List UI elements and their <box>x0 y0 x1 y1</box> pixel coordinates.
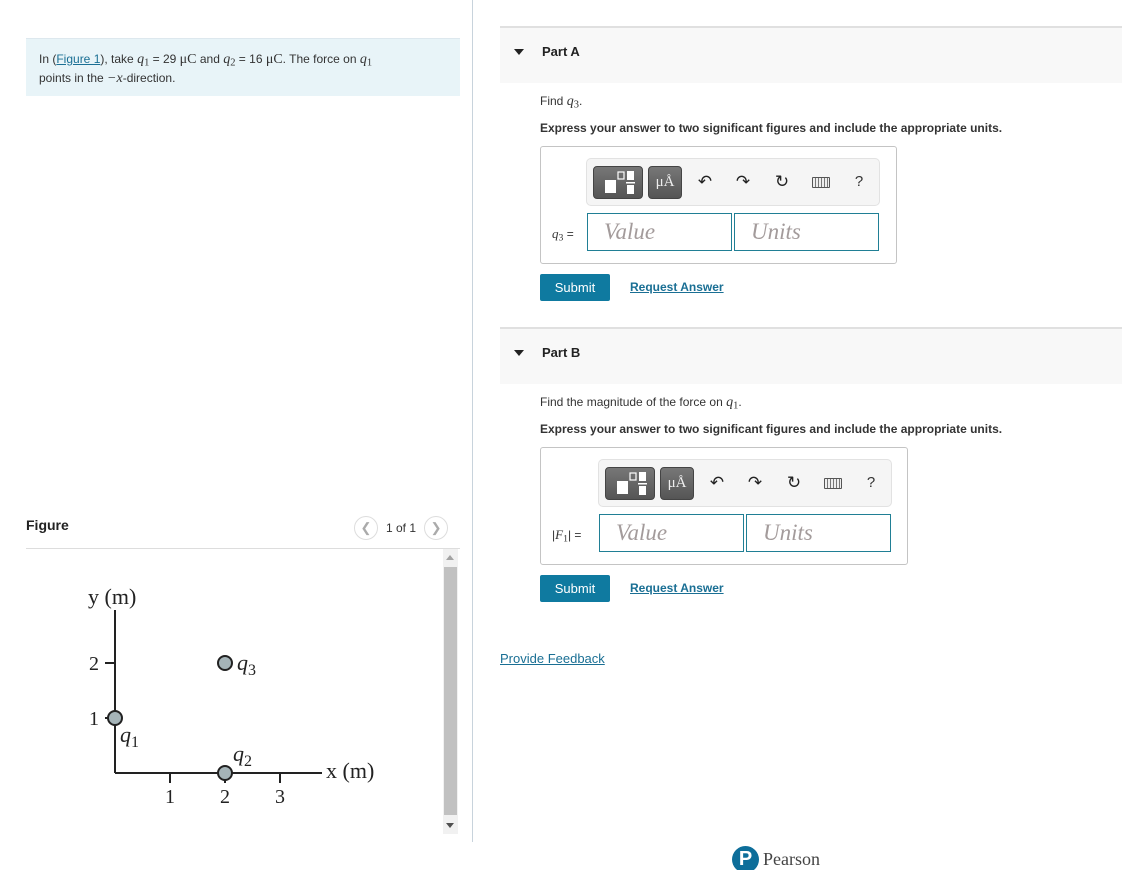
x-tick-label: 3 <box>275 786 285 808</box>
part-a-label: Part A <box>542 44 580 59</box>
submit-button[interactable]: Submit <box>540 575 610 602</box>
problem-text: . The force on <box>282 52 360 66</box>
divider <box>26 548 460 549</box>
keyboard-icon[interactable] <box>812 177 830 188</box>
provide-feedback-link[interactable]: Provide Feedback <box>500 651 605 666</box>
q2-symbol: q2 <box>223 52 236 69</box>
request-answer-link[interactable]: Request Answer <box>630 280 724 294</box>
left-pane: In (Figure 1), take q1 = 29 μC and q2 = … <box>0 0 473 842</box>
template-icon <box>605 171 635 194</box>
direction: −x <box>107 70 123 86</box>
collapse-triangle-icon[interactable] <box>514 350 524 356</box>
submit-button[interactable]: Submit <box>540 274 610 301</box>
template-icon <box>617 472 647 495</box>
y-axis-label: y (m) <box>88 584 136 609</box>
scroll-thumb[interactable] <box>444 567 457 815</box>
chevron-right-icon[interactable]: ❯ <box>424 516 449 540</box>
part-b-label: Part B <box>542 345 581 360</box>
axes <box>114 610 322 774</box>
templates-button[interactable] <box>593 166 643 199</box>
units-button[interactable]: μÅ <box>660 467 694 500</box>
problem-text: and <box>196 52 224 66</box>
redo-icon[interactable]: ↷ <box>745 473 765 493</box>
math-toolbar: μÅ ↶ ↷ ↻ ? <box>598 459 892 507</box>
part-b-instruction: Express your answer to two significant f… <box>540 422 1003 436</box>
charge-q2 <box>217 765 233 781</box>
request-answer-link[interactable]: Request Answer <box>630 581 724 595</box>
charge-label-q3: q3 <box>237 650 256 679</box>
problem-text: -direction. <box>122 70 176 85</box>
charge-diagram: y (m) x (m) 1 2 3 1 2 q1 q2 q3 <box>88 584 374 808</box>
pearson-mark-icon: P <box>732 846 759 870</box>
figure-pagination: ❮ 1 of 1 ❯ <box>354 516 449 540</box>
part-a-header[interactable]: Part A <box>500 26 1122 83</box>
collapse-triangle-icon[interactable] <box>514 49 524 55</box>
part-a-answer-box: μÅ ↶ ↷ ↻ ? q3 = <box>540 146 897 264</box>
charges: q1 q2 q3 <box>107 650 256 781</box>
help-button[interactable]: ? <box>861 473 881 493</box>
charge-subscript: 2 <box>244 753 252 770</box>
value-input[interactable] <box>599 514 744 552</box>
undo-icon[interactable]: ↶ <box>695 172 715 192</box>
charge-q3 <box>217 655 233 671</box>
units-input[interactable] <box>734 213 879 251</box>
x-axis-label: x (m) <box>326 758 374 783</box>
units-button[interactable]: μÅ <box>648 166 682 199</box>
x-tick-label: 2 <box>220 786 230 808</box>
q3-field-label: q3 = <box>552 226 574 244</box>
charge-label-q1: q1 <box>120 722 139 751</box>
part-b-answer-box: μÅ ↶ ↷ ↻ ? |F1| = <box>540 447 908 565</box>
q1-symbol: q1 <box>359 52 373 69</box>
problem-text: In ( <box>39 52 57 66</box>
part-a-prompt: Find q3. <box>540 94 583 111</box>
problem-text: ), take <box>100 52 138 66</box>
unit: μC <box>179 52 197 67</box>
charge-subscript: 1 <box>131 734 139 751</box>
pearson-wordmark: Pearson <box>763 849 820 869</box>
charge-label-q2: q2 <box>233 741 252 770</box>
templates-button[interactable] <box>605 467 655 500</box>
help-button[interactable]: ? <box>849 172 869 192</box>
scroll-up-icon[interactable] <box>446 555 454 560</box>
units-input[interactable] <box>746 514 891 552</box>
q1-symbol: q1 <box>137 52 150 69</box>
redo-icon[interactable]: ↷ <box>733 172 753 192</box>
keyboard-icon[interactable] <box>824 478 842 489</box>
part-b-header[interactable]: Part B <box>500 327 1122 384</box>
x-tick-label: 1 <box>165 786 175 808</box>
figure-page-indicator: 1 of 1 <box>386 521 417 535</box>
chevron-left-icon[interactable]: ❮ <box>354 516 378 540</box>
figure-title: Figure <box>26 517 69 533</box>
q2-value: = 16 <box>235 52 266 66</box>
f1-field-label: |F1| = <box>552 527 582 545</box>
undo-icon[interactable]: ↶ <box>707 473 727 493</box>
figure-scrollbar[interactable] <box>443 549 458 834</box>
part-b-prompt: Find the magnitude of the force on q1. <box>540 395 742 412</box>
unit: μC <box>265 52 283 67</box>
value-input[interactable] <box>587 213 732 251</box>
problem-statement: In (Figure 1), take q1 = 29 μC and q2 = … <box>26 38 460 96</box>
reset-icon[interactable]: ↻ <box>784 473 804 493</box>
problem-text: points in the <box>39 70 108 85</box>
math-toolbar: μÅ ↶ ↷ ↻ ? <box>586 158 880 206</box>
figure-link[interactable]: Figure 1 <box>56 52 100 66</box>
reset-icon[interactable]: ↻ <box>772 172 792 192</box>
scroll-down-icon[interactable] <box>446 823 454 828</box>
y-tick-label: 1 <box>89 708 99 730</box>
part-a-instruction: Express your answer to two significant f… <box>540 121 1003 135</box>
y-tick-label: 2 <box>89 653 99 675</box>
pearson-logo: P Pearson <box>732 846 820 870</box>
charge-subscript: 3 <box>248 662 256 679</box>
q1-value: = 29 <box>149 52 180 66</box>
